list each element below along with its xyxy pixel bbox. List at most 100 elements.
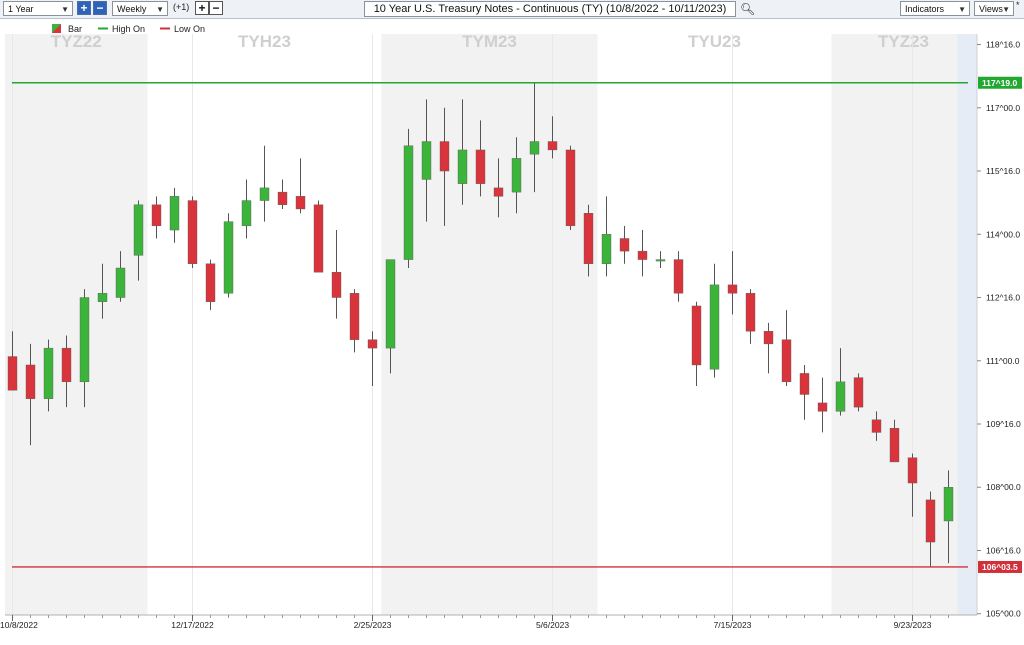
- candle-body: [79, 297, 90, 383]
- contract-bands: TYZ22 TYH23 TYM23 TYU23 TYZ23: [5, 32, 977, 615]
- period-select-value: 1 Year: [8, 4, 34, 14]
- y-tick-label: 109^16.0: [986, 419, 1021, 429]
- low-value-label: 106^03.5: [982, 562, 1018, 572]
- candle-body: [529, 141, 540, 155]
- candle-body: [799, 373, 810, 395]
- candle-body: [331, 272, 342, 298]
- step-out-button[interactable]: −: [209, 1, 223, 15]
- candle-body: [655, 259, 666, 262]
- x-tick-label: 7/15/2023: [714, 620, 752, 630]
- zoom-out-button[interactable]: −: [93, 1, 107, 15]
- views-select[interactable]: Views ▼: [974, 1, 1014, 16]
- high-value-label: 117^19.0: [982, 78, 1017, 88]
- contract-label: TYU23: [688, 32, 741, 51]
- indicators-select[interactable]: Indicators ▼: [900, 1, 970, 16]
- candle-body: [907, 457, 918, 484]
- candle-body: [601, 234, 612, 264]
- candle-body: [763, 331, 774, 345]
- x-tick-label: 12/17/2022: [171, 620, 214, 630]
- candle-body: [781, 339, 792, 383]
- y-tick-label: 117^00.0: [986, 103, 1020, 113]
- x-tick-label: 9/23/2023: [894, 620, 932, 630]
- contract-label: TYZ23: [878, 32, 929, 51]
- x-tick-label: 2/25/2023: [354, 620, 392, 630]
- contract-label: TYM23: [462, 32, 517, 51]
- candle-body: [817, 402, 828, 412]
- interval-select-value: Weekly: [117, 4, 147, 14]
- indicators-label: Indicators: [905, 4, 945, 14]
- y-tick-label: 112^16.0: [986, 293, 1020, 303]
- candle-body: [727, 284, 738, 294]
- legend-low-label: Low On: [174, 24, 205, 34]
- legend-high-label: High On: [112, 24, 145, 34]
- y-tick-label: 108^00.0: [986, 482, 1021, 492]
- chevron-down-icon: ▼: [958, 5, 966, 14]
- search-icon[interactable]: 🔍︎: [740, 2, 755, 16]
- x-tick-label: 5/6/2023: [536, 620, 569, 630]
- zoom-in-button[interactable]: +: [77, 1, 91, 15]
- candle-body: [25, 364, 36, 399]
- y-axis: 105^00.0 106^16.0 108^00.0 109^16.0 111^00.0…: [976, 34, 1022, 619]
- candle-body: [691, 305, 702, 366]
- candle-body: [259, 187, 270, 201]
- candle-body: [169, 196, 180, 231]
- candle-body: [583, 212, 594, 264]
- candle-body: [493, 187, 504, 197]
- step-in-button[interactable]: +: [195, 1, 209, 15]
- chart-title-field[interactable]: 10 Year U.S. Treasury Notes - Continuous…: [364, 1, 736, 17]
- candle-body: [439, 141, 450, 172]
- candle-body: [43, 347, 54, 399]
- offset-label: (+1): [173, 2, 190, 12]
- candle-body: [889, 428, 900, 463]
- candle-body: [133, 204, 144, 256]
- candle-body: [421, 141, 432, 180]
- candle-body: [835, 381, 846, 412]
- views-marker: *: [1016, 0, 1020, 10]
- contract-band-shade: [381, 34, 598, 615]
- candle-body: [745, 293, 756, 332]
- candle-body: [853, 377, 864, 408]
- y-tick-label: 118^16.0: [986, 40, 1020, 50]
- candle-body: [349, 293, 360, 340]
- contract-band-shade: [5, 34, 148, 615]
- candle-body: [457, 149, 468, 184]
- candle-body: [565, 149, 576, 227]
- candle-body: [277, 191, 288, 205]
- price-chart[interactable]: TYZ22 TYH23 TYM23 TYU23 TYZ23 Bar High On Lo…: [0, 19, 1024, 640]
- candle-body: [925, 499, 936, 543]
- y-tick-label: 111^00.0: [986, 356, 1020, 366]
- future-area-shade: [957, 34, 977, 615]
- toolbar: 1 Year ▼ + − Weekly ▼ (+1) + − 10 Year U…: [0, 0, 1024, 19]
- y-tick-label: 105^00.0: [986, 609, 1021, 619]
- candle-body: [187, 200, 198, 264]
- candle-body: [151, 204, 162, 227]
- candle-body: [7, 356, 18, 391]
- contract-label: TYZ22: [51, 32, 102, 51]
- candle-body: [205, 263, 216, 302]
- candle-body: [547, 141, 558, 151]
- y-tick-label: 106^16.0: [986, 545, 1021, 555]
- contract-band-shade: [831, 34, 976, 615]
- candle-body: [403, 145, 414, 260]
- candle-body: [367, 339, 378, 349]
- interval-select[interactable]: Weekly ▼: [112, 1, 168, 16]
- candle-body: [943, 487, 954, 522]
- candle-body: [637, 250, 648, 260]
- x-tick-label: 10/8/2022: [0, 620, 38, 630]
- candle-body: [673, 259, 684, 294]
- chevron-down-icon: ▼: [61, 5, 69, 14]
- contract-label: TYH23: [238, 32, 291, 51]
- legend-bar-label: Bar: [68, 24, 82, 34]
- y-tick-label: 115^16.0: [986, 166, 1020, 176]
- period-select[interactable]: 1 Year ▼: [3, 1, 73, 16]
- candle-body: [619, 238, 630, 252]
- chart-area[interactable]: TYZ22 TYH23 TYM23 TYU23 TYZ23 Bar High On Lo…: [0, 19, 1024, 640]
- candle-body: [313, 204, 324, 273]
- candle-body: [97, 293, 108, 302]
- candle-body: [871, 419, 882, 433]
- candle-body: [223, 221, 234, 294]
- chevron-down-icon: ▼: [156, 5, 164, 14]
- candle-body: [475, 149, 486, 184]
- candle-body: [115, 267, 126, 298]
- candle-body: [709, 284, 720, 370]
